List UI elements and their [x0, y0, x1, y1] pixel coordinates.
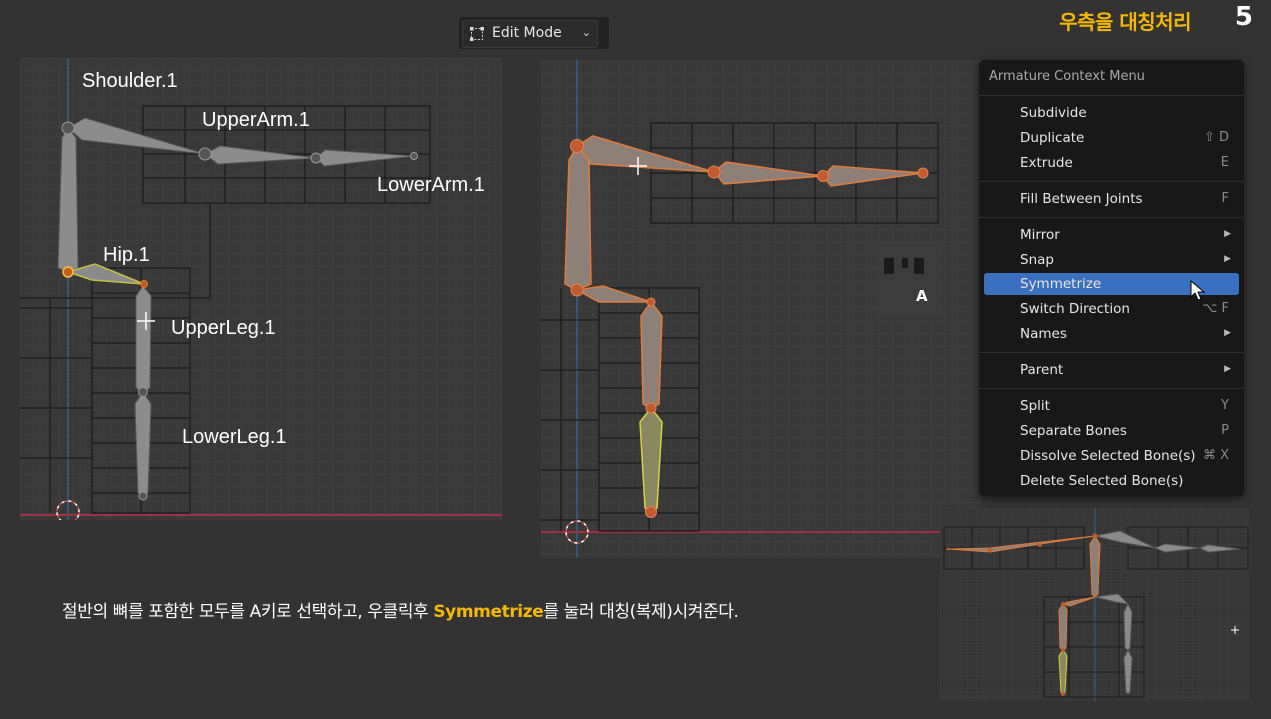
shortcut-label: ⌘ X: [1202, 448, 1229, 463]
bone-label-lower-leg: LowerLeg.1: [182, 426, 287, 448]
menu-item-label: Subdivide: [1020, 105, 1087, 121]
bone-label-hip: Hip.1: [103, 244, 150, 266]
mouse-cursor-icon: [1190, 280, 1206, 302]
menu-item-label: Dissolve Selected Bone(s): [1020, 448, 1196, 464]
submenu-arrow-icon: ▶: [1224, 364, 1231, 374]
shortcut-label: ⌥ F: [1202, 301, 1229, 316]
caption-text: 절반의 뼈를 포함한 모두를 A키로 선택하고, 우클릭후 Symmetrize…: [62, 597, 739, 622]
shortcut-label: F: [1221, 191, 1229, 206]
shortcut-label: P: [1221, 423, 1229, 438]
menu-item-label: Parent: [1020, 362, 1064, 378]
menu-separator: [979, 388, 1244, 389]
menu-item-extrude[interactable]: Extrude E: [984, 152, 1239, 174]
menu-item-label: Delete Selected Bone(s): [1020, 473, 1184, 489]
menu-item-separate-bones[interactable]: Separate Bones P: [984, 420, 1239, 442]
key-hint-a: A: [916, 287, 928, 305]
menu-item-fill-between-joints[interactable]: Fill Between Joints F: [984, 188, 1239, 210]
bone-label-shoulder: Shoulder.1: [82, 70, 178, 92]
shortcut-label: Y: [1221, 398, 1229, 413]
page-number: 5: [1234, 2, 1253, 32]
shortcut-label: ⇧ D: [1203, 130, 1229, 145]
menu-separator: [979, 352, 1244, 353]
menu-separator: [979, 217, 1244, 218]
menu-item-label: Symmetrize: [1020, 276, 1102, 292]
menu-separator: [979, 95, 1244, 96]
menu-item-label: Mirror: [1020, 227, 1060, 243]
bone-label-upper-leg: UpperLeg.1: [171, 317, 276, 339]
menu-item-label: Split: [1020, 398, 1050, 414]
menu-item-subdivide[interactable]: Subdivide: [984, 102, 1239, 124]
mode-selector[interactable]: Edit Mode ⌄: [459, 17, 609, 49]
result-preview-viewport: [940, 508, 1250, 701]
menu-item-mirror[interactable]: Mirror ▶: [984, 224, 1239, 246]
menu-item-snap[interactable]: Snap ▶: [984, 249, 1239, 271]
menu-item-label: Duplicate: [1020, 130, 1085, 146]
menu-title: Armature Context Menu: [989, 69, 1145, 84]
menu-item-label: Fill Between Joints: [1020, 191, 1143, 207]
menu-item-split[interactable]: Split Y: [984, 395, 1239, 417]
armature-context-menu[interactable]: Armature Context Menu Subdivide Duplicat…: [979, 60, 1244, 496]
submenu-arrow-icon: ▶: [1224, 254, 1231, 264]
middle-viewport[interactable]: [541, 60, 981, 558]
caption-after: 를 눌러 대칭(복제)시켜준다.: [543, 602, 739, 622]
menu-item-parent[interactable]: Parent ▶: [984, 359, 1239, 381]
menu-separator: [979, 181, 1244, 182]
shortcut-label: E: [1220, 155, 1229, 170]
submenu-arrow-icon: ▶: [1224, 229, 1231, 239]
menu-item-names[interactable]: Names ▶: [984, 323, 1239, 345]
caption-before: 절반의 뼈를 포함한 모두를 A키로 선택하고, 우클릭후: [62, 602, 434, 622]
menu-item-label: Switch Direction: [1020, 301, 1130, 317]
menu-item-delete-selected-bones[interactable]: Delete Selected Bone(s): [984, 470, 1239, 492]
menu-item-label: Names: [1020, 326, 1067, 342]
bone-label-upper-arm: UpperArm.1: [202, 109, 310, 131]
chevron-down-icon: ⌄: [581, 26, 591, 39]
submenu-arrow-icon: ▶: [1224, 328, 1231, 338]
menu-item-duplicate[interactable]: Duplicate ⇧ D: [984, 127, 1239, 149]
menu-item-label: Extrude: [1020, 155, 1073, 171]
menu-item-dissolve-selected-bones[interactable]: Dissolve Selected Bone(s) ⌘ X: [984, 445, 1239, 467]
slide-title: 우측을 대칭처리: [1059, 10, 1191, 34]
left-viewport[interactable]: Shoulder.1 UpperArm.1 LowerArm.1 Hip.1 U…: [20, 58, 502, 520]
menu-item-label: Snap: [1020, 252, 1054, 268]
caption-highlight: Symmetrize: [433, 602, 544, 622]
edit-mode-icon: [469, 26, 485, 42]
menu-item-label: Separate Bones: [1020, 423, 1127, 439]
mode-label: Edit Mode: [492, 25, 562, 41]
bone-label-lower-arm: LowerArm.1: [377, 174, 485, 196]
